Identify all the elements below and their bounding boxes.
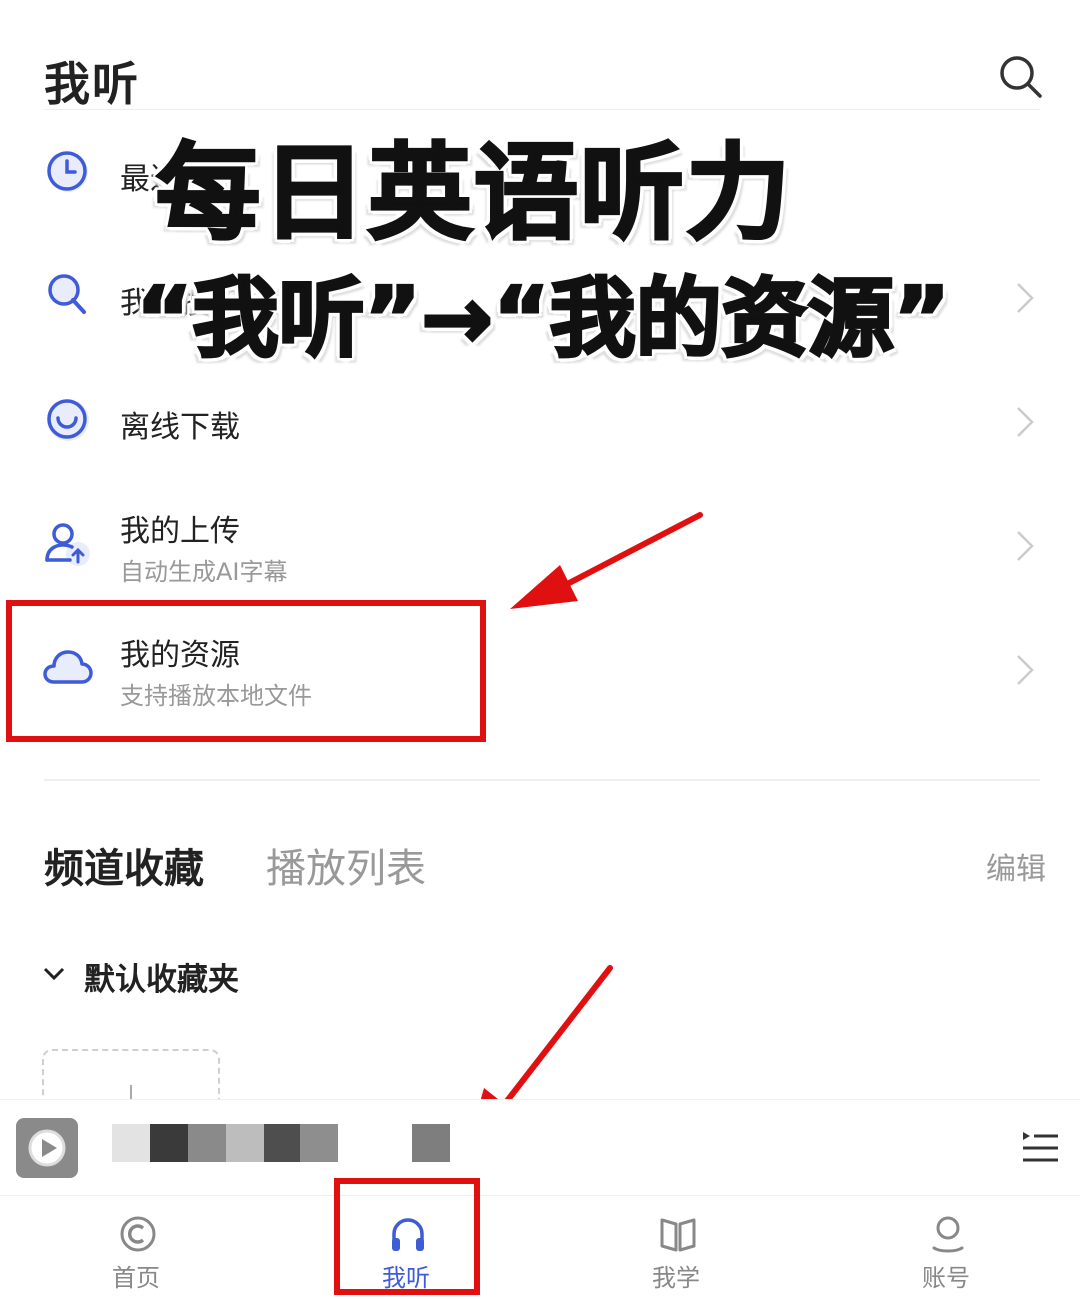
search-icon[interactable] — [996, 52, 1046, 102]
annotation-arrow — [510, 512, 703, 609]
nav-home[interactable]: 首页 — [36, 1196, 236, 1299]
tab-playlist[interactable]: 播放列表 — [266, 836, 426, 894]
overlay-headline: 每日英语听力 — [154, 131, 793, 256]
menu-label: 离线下载 — [120, 410, 240, 445]
nav-label: 我学 — [652, 1264, 700, 1292]
magnifier-icon — [48, 274, 86, 314]
chevron-down-icon — [43, 967, 65, 981]
menu-label: 我的上传 — [120, 514, 240, 549]
chevron-right-icon — [1017, 407, 1034, 437]
clock-icon — [47, 151, 88, 192]
bottom-nav: 首页 我听 我学 账号 — [0, 1195, 1080, 1299]
download-icon — [47, 399, 89, 441]
folder-label: 默认收藏夹 — [84, 962, 239, 998]
mini-player[interactable] — [0, 1099, 1080, 1195]
play-icon — [28, 1129, 66, 1167]
blurred-title — [188, 1124, 226, 1162]
folder-default-favorites[interactable]: 默认收藏夹 — [40, 950, 440, 1000]
chevron-right-icon — [1017, 655, 1034, 685]
account-icon — [932, 1216, 964, 1253]
home-icon — [120, 1216, 156, 1252]
blurred-title — [300, 1124, 338, 1162]
nav-label: 首页 — [112, 1264, 160, 1292]
menu-item-offline-download[interactable]: 离线下载 — [0, 360, 1080, 480]
nav-account[interactable]: 账号 — [846, 1196, 1046, 1299]
blurred-title — [226, 1124, 264, 1162]
page-title: 我听 — [44, 57, 140, 111]
highlight-box-my-resources — [6, 600, 486, 742]
chevron-right-icon — [1017, 531, 1034, 561]
overlay-subheadline: “我听”→“我的资源” — [134, 268, 951, 371]
highlight-box-listen-tab — [334, 1178, 480, 1295]
user-upload-icon — [45, 523, 90, 566]
tab-channel-favorites[interactable]: 频道收藏 — [44, 836, 204, 894]
blurred-title — [112, 1124, 150, 1162]
playlist-icon[interactable] — [1020, 1128, 1060, 1168]
menu-subtitle: 自动生成AI字幕 — [120, 558, 288, 586]
nav-label: 账号 — [922, 1264, 970, 1292]
blurred-title — [412, 1124, 450, 1162]
nav-learn[interactable]: 我学 — [576, 1196, 776, 1299]
edit-button[interactable]: 编辑 — [986, 844, 1046, 888]
book-icon — [660, 1218, 696, 1252]
section-divider — [44, 779, 1040, 781]
blurred-title — [264, 1124, 300, 1162]
blurred-title — [150, 1124, 188, 1162]
player-thumbnail[interactable] — [16, 1118, 78, 1178]
chevron-right-icon — [1017, 283, 1034, 313]
